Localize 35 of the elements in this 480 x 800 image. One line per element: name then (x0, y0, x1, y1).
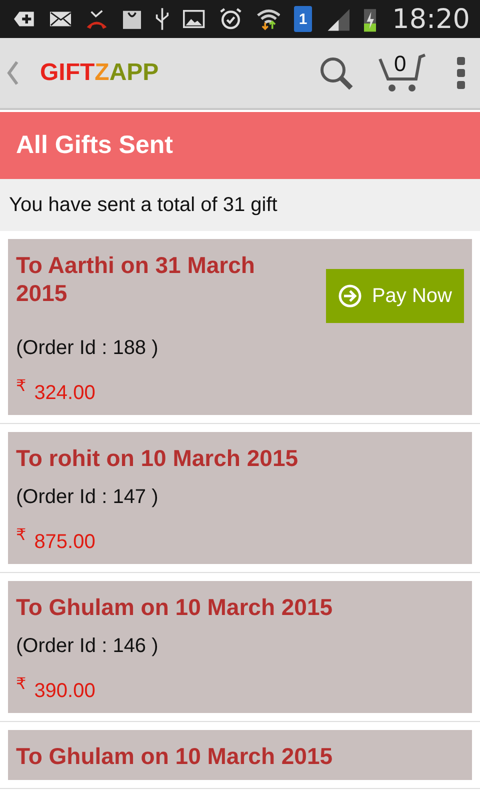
usb-icon (154, 7, 170, 31)
back-chevron-icon (6, 60, 20, 86)
rupee-symbol: ₹ (16, 674, 26, 693)
cart-count: 0 (394, 51, 406, 77)
cart-icon (378, 53, 426, 93)
gift-amount: 390.00 (34, 680, 96, 703)
rupee-symbol: ₹ (16, 525, 26, 544)
arrow-circle-icon (338, 284, 362, 308)
order-id: (Order Id : 188 ) (16, 337, 160, 360)
notification-icon (14, 9, 36, 29)
alarm-icon (219, 6, 242, 32)
overflow-menu-icon (456, 56, 466, 90)
clock-time: 18:20 (392, 4, 470, 34)
gift-title: To Ghulam on 10 March 2015 (16, 593, 333, 621)
shopping-bag-icon (122, 8, 141, 30)
order-id: (Order Id : 146 ) (16, 635, 160, 658)
rupee-symbol: ₹ (16, 376, 26, 395)
gift-card[interactable]: To Aarthi on 31 March 2015 Pay Now (Order Id : 188 ) ₹ 324.00 (8, 239, 472, 415)
missed-call-icon (85, 8, 109, 30)
gift-title: To Ghulam on 10 March 2015 (16, 742, 333, 770)
sim-card-badge: 1 (294, 6, 312, 32)
gift-card[interactable]: To rohit on 10 March 2015 (Order Id : 147 ) ₹ 875.00 (8, 432, 472, 564)
page-title: All Gifts Sent (16, 131, 173, 160)
gift-title: To Aarthi on 31 March 2015 (16, 251, 256, 307)
gift-title: To rohit on 10 March 2015 (16, 444, 298, 472)
wifi-icon (256, 7, 280, 31)
gift-amount: 875.00 (34, 531, 96, 554)
cart-button[interactable]: 0 (378, 53, 426, 93)
search-icon (318, 55, 354, 91)
summary-text: You have sent a total of 31 gift (0, 179, 480, 231)
image-icon (183, 9, 206, 29)
gift-amount: 324.00 (34, 382, 96, 405)
mail-icon (50, 10, 72, 28)
order-id: (Order Id : 147 ) (16, 486, 160, 509)
gift-card[interactable]: To Ghulam on 10 March 2015 (Order Id : 146 ) ₹ 390.00 (8, 581, 472, 713)
